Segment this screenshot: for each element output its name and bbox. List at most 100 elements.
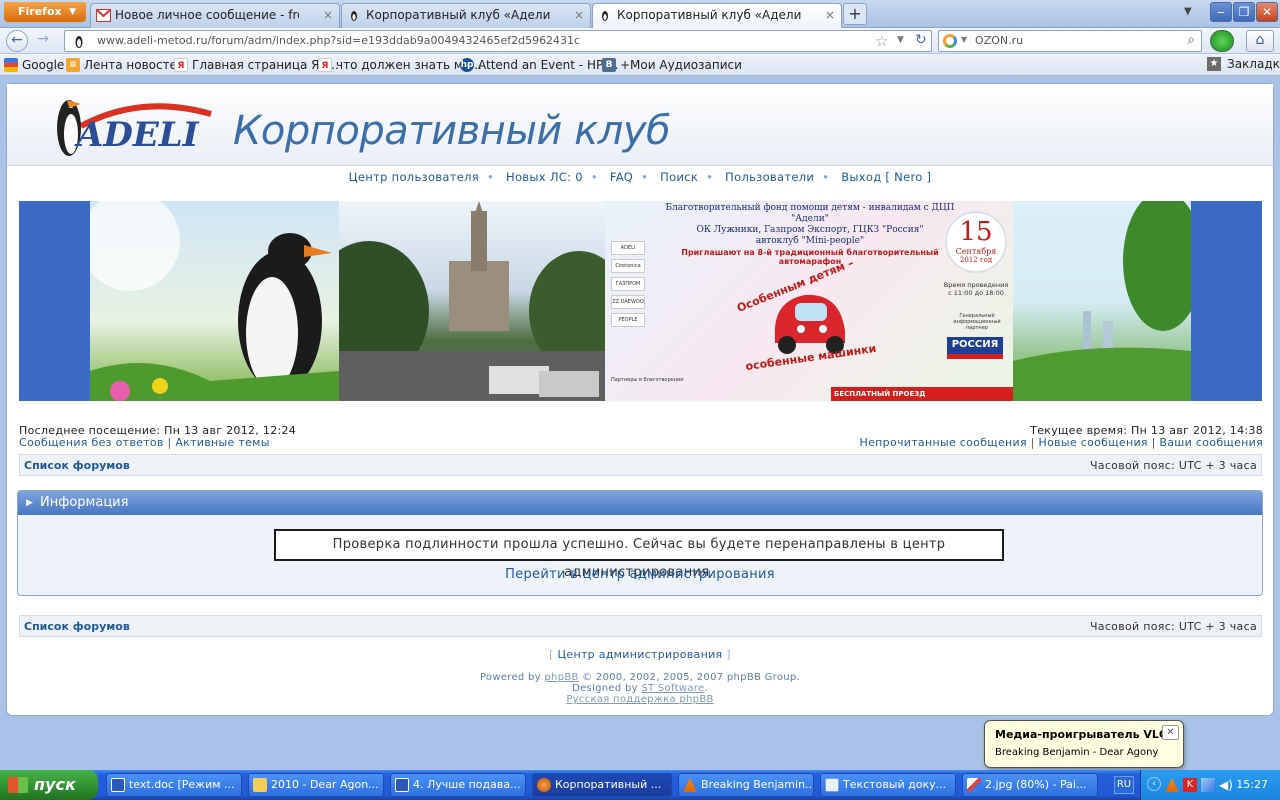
search-icon[interactable]: ⌕ — [1187, 32, 1195, 48]
bookmark-label: +Мои Аудиозаписи — [620, 58, 742, 72]
url-bar[interactable]: www.adeli-metod.ru/forum/adm/index.php?s… — [64, 30, 932, 52]
search-input[interactable]: OZON.ru — [975, 34, 1023, 47]
bookmark-google[interactable]: Google — [2, 57, 64, 73]
vk-icon: B — [602, 58, 616, 72]
vlc-tray-icon[interactable] — [1165, 778, 1179, 792]
google-icon — [4, 58, 18, 72]
bookmark-hp-event[interactable]: hp Attend an Event - HP ... — [458, 57, 618, 73]
nav-logout[interactable]: Выход [ Nero ] — [841, 170, 931, 184]
search-engine-icon[interactable] — [943, 34, 957, 48]
link-active-topics[interactable]: Активные темы — [175, 436, 269, 449]
taskbar-item-firefox[interactable]: Корпоративный ... — [532, 773, 672, 797]
link-your-posts[interactable]: Ваши сообщения — [1159, 436, 1263, 449]
nav-user-control-panel[interactable]: Центр пользователя — [349, 170, 479, 184]
taskbar-item-word-doc[interactable]: 4. Лучше подава... — [390, 773, 526, 797]
chevron-down-icon[interactable]: ▼ — [897, 35, 904, 45]
poster-sponsor-logos: ADELI Ciretonica ГАЗПРОМ ZZ DAEWOO PEOPL… — [611, 241, 647, 331]
bookmark-vk-audio[interactable]: B +Мои Аудиозаписи — [600, 57, 742, 73]
link-new-posts[interactable]: Новые сообщения — [1039, 436, 1148, 449]
footer-credits: Powered by phpBB © 2000, 2002, 2005, 200… — [7, 672, 1273, 705]
copyright-text: © 2000, 2002, 2005, 2007 phpBB Group. — [582, 672, 801, 683]
admin-control-panel-link[interactable]: Центр администрирования — [558, 648, 723, 661]
logo-text: ADELI — [74, 115, 200, 155]
bullet-icon: • — [486, 170, 495, 184]
search-bar[interactable]: ▼ OZON.ru ⌕ — [938, 30, 1202, 52]
link-unread-posts[interactable]: Непрочитанные сообщения — [860, 436, 1027, 449]
taskbar-item-label: Корпоративный ... — [555, 778, 662, 791]
taskbar-item-paint[interactable]: 2.jpg (80%) - Pai... — [962, 773, 1098, 797]
link-unanswered-posts[interactable]: Сообщения без ответов — [19, 436, 164, 449]
tab-adeli-info[interactable]: Корпоративный клуб «Адели» - Инфор... × — [592, 3, 842, 29]
close-icon[interactable]: × — [323, 4, 333, 27]
penguin-illustration — [90, 201, 339, 401]
russian-support-link[interactable]: Русская поддержка phpBB — [566, 694, 713, 705]
notepad-icon — [825, 778, 839, 792]
go-to-admin-link[interactable]: Перейти в центр администрирования — [18, 567, 1262, 582]
word-icon — [395, 778, 409, 792]
poster-time: Время проведения с 11:00 до 18:00 — [943, 281, 1009, 297]
event-banner: Благотворительный фонд помощи детям - ин… — [19, 201, 1262, 401]
network-icon[interactable] — [1201, 778, 1215, 792]
close-icon[interactable]: × — [825, 4, 835, 27]
bookmarks-toolbar: Google ≡ Лента новостей Я Главная страни… — [0, 54, 1280, 76]
clock[interactable]: 15:27 — [1236, 778, 1268, 791]
tab-label: Корпоративный клуб «Адели» - Просмо... — [366, 8, 550, 22]
start-button[interactable]: пуск — [0, 770, 98, 800]
antivirus-icon[interactable]: K — [1183, 778, 1197, 792]
phpbb-link[interactable]: phpBB — [544, 672, 578, 683]
firefox-menu-button[interactable]: Firefox ▼ — [4, 2, 86, 22]
taskbar-item-label: 2010 - Dear Agon... — [271, 778, 379, 791]
taskbar-item-label: 2.jpg (80%) - Pai... — [985, 778, 1087, 791]
bookmarks-menu[interactable]: ★ Закладки — [1207, 57, 1280, 71]
reload-icon[interactable]: ↻ — [915, 32, 927, 48]
poster-month: Сентября — [955, 247, 997, 256]
windows-logo-icon — [8, 777, 28, 793]
nav-search[interactable]: Поиск — [660, 170, 698, 184]
bookmark-yandex-question[interactable]: Я что должен знать мо... — [316, 57, 482, 73]
bracket-left: [ — [549, 648, 554, 661]
taskbar-item-notepad[interactable]: Текстовый доку... — [820, 773, 956, 797]
separator: | — [1151, 436, 1156, 449]
taskbar-item-word-text[interactable]: text.doc [Режим ... — [106, 773, 242, 797]
nav-members[interactable]: Пользователи — [725, 170, 814, 184]
forum-index-link[interactable]: Список форумов — [24, 620, 130, 633]
forum-index-link[interactable]: Список форумов — [24, 459, 130, 472]
sponsor-logo: ГАЗПРОМ — [611, 277, 645, 291]
taskbar-item-vlc[interactable]: Breaking Benjamin... — [678, 773, 814, 797]
tab-adeli-view[interactable]: Корпоративный клуб «Адели» - Просмо... × — [341, 3, 591, 28]
adeli-logo[interactable]: ADELI — [41, 96, 221, 164]
powered-by-label: Powered by — [479, 672, 541, 683]
volume-icon[interactable]: ◀) — [1219, 778, 1233, 792]
close-icon[interactable]: × — [574, 4, 584, 27]
home-button[interactable]: ⌂ — [1246, 30, 1274, 52]
maximize-button[interactable]: ❐ — [1233, 2, 1255, 22]
minimize-button[interactable]: ‒ — [1210, 2, 1232, 22]
bookmark-star-icon[interactable]: ☆ — [875, 32, 888, 50]
sponsor-logo: Ciretonica — [611, 259, 645, 273]
poster-year: 2012 год — [959, 256, 993, 264]
bookmark-yandex-home[interactable]: Я Главная страница Ян... — [172, 57, 339, 73]
nav-private-messages[interactable]: Новых ЛС: 0 — [506, 170, 583, 184]
nav-faq[interactable]: FAQ — [610, 170, 633, 184]
site-identity-icon[interactable] — [69, 33, 89, 49]
bookmark-news-feed[interactable]: ≡ Лента новостей — [64, 57, 185, 73]
tab-list-icon[interactable]: ▼ — [1184, 6, 1192, 17]
city-skyline-image — [1013, 201, 1191, 401]
banner-penguin-image — [90, 201, 339, 401]
chevron-down-icon[interactable]: ▼ — [961, 35, 967, 44]
forward-button[interactable]: → — [32, 30, 54, 52]
vlc-notification-balloon[interactable]: Медиа-проигрыватель VLC Breaking Benjami… — [984, 720, 1184, 768]
poster-heading-line: Благотворительный фонд помощи детям - ин… — [665, 203, 955, 224]
firefox-icon — [537, 778, 551, 792]
globe-icon[interactable] — [1210, 30, 1234, 52]
tab-gmail[interactable]: Новое личное сообщение - frostheart9@...… — [90, 3, 340, 28]
close-icon[interactable]: ✕ — [1162, 725, 1179, 740]
taskbar-item-folder[interactable]: 2010 - Dear Agon... — [248, 773, 384, 797]
chevron-left-icon[interactable]: ‹ — [1147, 777, 1161, 791]
st-software-link[interactable]: ST Software — [641, 683, 704, 694]
language-indicator[interactable]: RU — [1114, 776, 1134, 794]
new-tab-button[interactable]: + — [843, 3, 867, 25]
back-button[interactable]: ← — [6, 30, 28, 52]
window-close-button[interactable]: ✕ — [1256, 2, 1278, 22]
vlc-icon — [683, 778, 697, 792]
